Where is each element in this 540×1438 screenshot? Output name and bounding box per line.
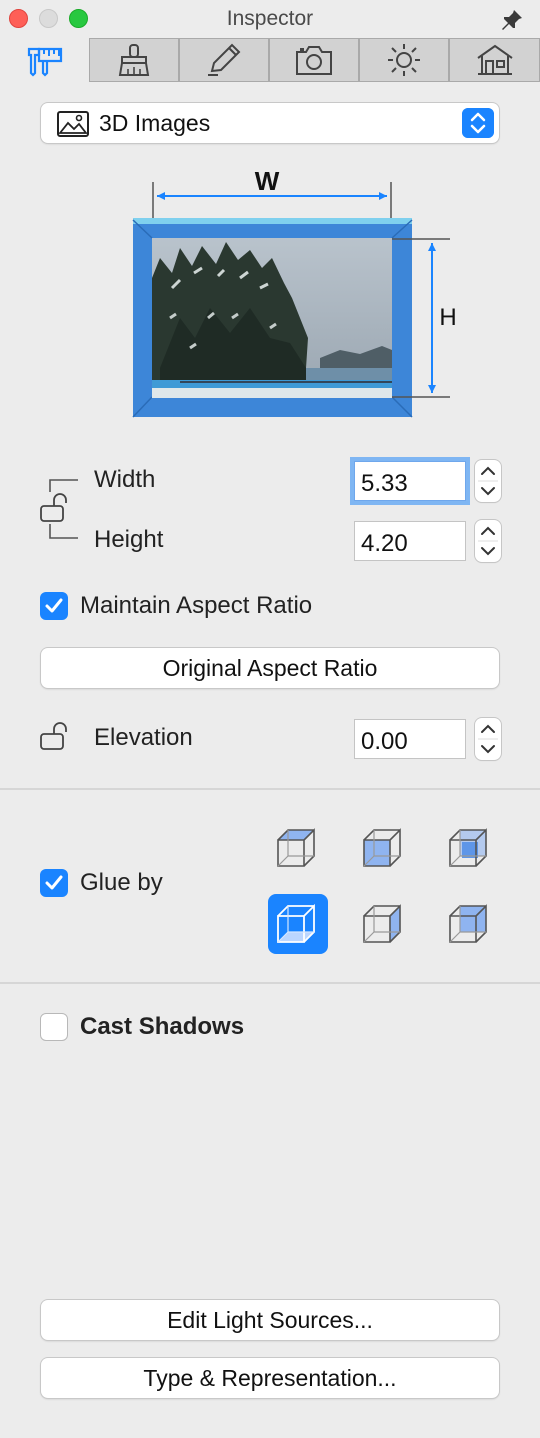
title-bar: Inspector: [0, 0, 540, 38]
object-type-value: 3D Images: [99, 110, 211, 136]
caliper-ruler-icon: [27, 47, 62, 77]
cast-shadows-label: Cast Shadows: [80, 1013, 245, 1040]
tab-camera[interactable]: [269, 38, 359, 82]
house-icon: [476, 44, 513, 75]
glue-top-face-button[interactable]: [268, 818, 328, 878]
checkmark-icon: [45, 598, 63, 613]
pin-icon[interactable]: [500, 8, 524, 32]
cube-bottom-face-icon: [277, 903, 315, 943]
cube-side-face-icon: [363, 904, 401, 943]
width-field[interactable]: 5.33: [354, 461, 466, 501]
cube-front-face-icon: [363, 828, 401, 867]
glue-right-face-button[interactable]: [440, 818, 500, 878]
dimension-diagram: W H: [132, 168, 457, 418]
tab-light[interactable]: [359, 38, 449, 82]
cube-top-face-icon: [277, 828, 315, 867]
tab-appearance[interactable]: [89, 38, 179, 82]
stepper-arrows-icon: [478, 466, 498, 496]
tab-edit[interactable]: [179, 38, 269, 82]
cast-shadows-checkbox[interactable]: [40, 1013, 68, 1041]
object-type-dropdown[interactable]: 3D Images: [41, 103, 499, 143]
glue-side-face-button[interactable]: [354, 894, 414, 954]
chevron-updown-icon: [462, 108, 494, 138]
pencil-icon: [208, 43, 241, 76]
camera-icon: [296, 46, 332, 75]
width-marker: W: [255, 168, 280, 196]
glue-back-face-button[interactable]: [440, 894, 500, 954]
checkmark-icon: [45, 875, 63, 890]
sun-icon: [388, 44, 420, 76]
maintain-aspect-label: Maintain Aspect Ratio: [80, 592, 313, 619]
section-divider: [0, 788, 540, 790]
height-marker: H: [439, 304, 456, 331]
type-representation-button[interactable]: Type & Representation...: [41, 1358, 499, 1398]
tab-building[interactable]: [449, 38, 540, 82]
width-stepper[interactable]: [475, 460, 501, 502]
glue-center-button[interactable]: [268, 894, 328, 954]
glue-by-checkbox[interactable]: [40, 869, 68, 897]
stepper-arrows-icon: [478, 526, 498, 556]
cube-right-face-icon: [449, 828, 487, 867]
width-label: Width: [94, 466, 156, 493]
link-lock-icon[interactable]: [36, 470, 86, 550]
elevation-stepper[interactable]: [475, 718, 501, 760]
frame-top-edge: [133, 218, 412, 224]
height-field[interactable]: 4.20: [354, 521, 466, 561]
tab-dimensions[interactable]: [0, 38, 90, 82]
glue-by-label: Glue by: [80, 869, 163, 896]
cube-back-face-icon: [449, 904, 487, 943]
frame-photo: [152, 238, 392, 398]
elevation-field[interactable]: 0.00: [354, 719, 466, 759]
brush-icon: [118, 44, 150, 76]
elevation-lock-icon[interactable]: [38, 722, 72, 752]
window-title: Inspector: [226, 7, 314, 30]
original-aspect-ratio-button[interactable]: Original Aspect Ratio: [41, 648, 499, 688]
height-stepper[interactable]: [475, 520, 501, 562]
maintain-aspect-checkbox[interactable]: [40, 592, 68, 620]
height-label: Height: [94, 526, 164, 553]
image-icon: [57, 111, 89, 137]
inspector-tab-bar: [0, 38, 540, 82]
stepper-arrows-icon: [478, 724, 498, 754]
edit-light-sources-button[interactable]: Edit Light Sources...: [41, 1300, 499, 1340]
section-divider: [0, 982, 540, 984]
glue-front-face-button[interactable]: [354, 818, 414, 878]
elevation-label: Elevation: [94, 724, 193, 751]
